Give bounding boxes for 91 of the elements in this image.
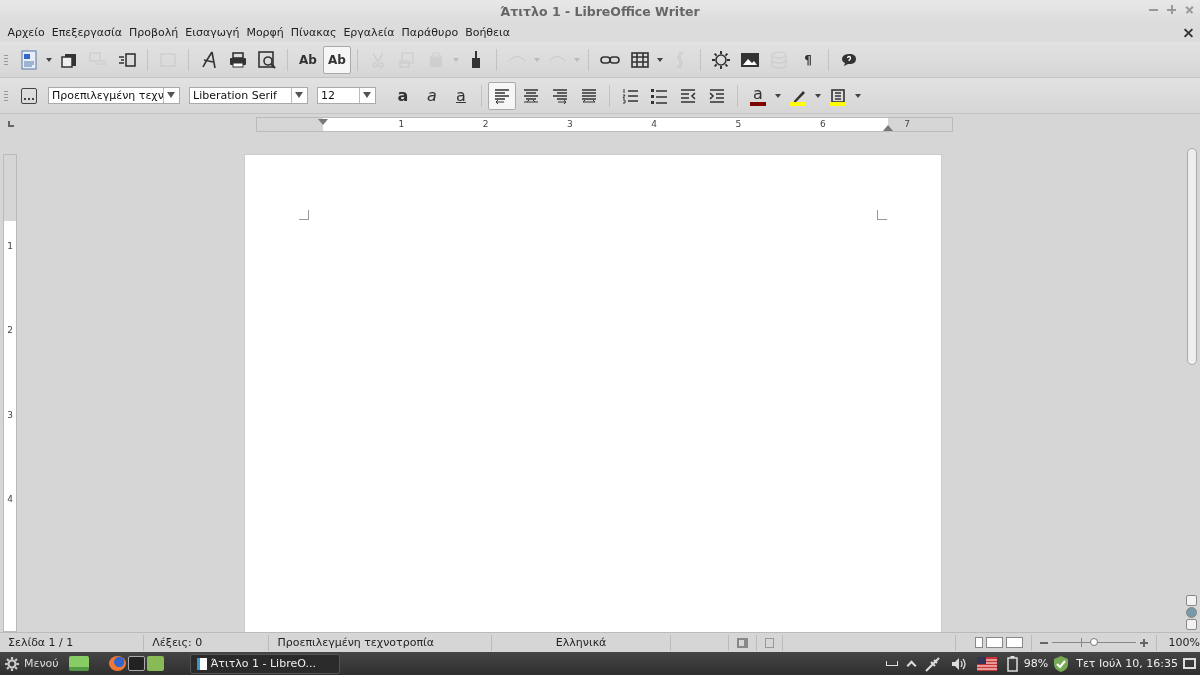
ruler-margin-area	[4, 155, 16, 221]
link-icon	[600, 53, 620, 66]
justify-icon	[581, 87, 597, 104]
menu-item[interactable]: Πίνακας	[287, 25, 340, 39]
page-count: Σελίδα 1 / 1	[0, 634, 145, 651]
battery-icon[interactable]	[1006, 655, 1019, 672]
ruler-number: 3	[7, 409, 13, 422]
menu-item[interactable]: Επεξεργασία	[48, 25, 126, 39]
numbered-list-icon	[622, 87, 638, 104]
paragraph-background-icon	[831, 88, 845, 103]
folder-icon[interactable]	[146, 656, 164, 671]
ruler-number: 2	[7, 325, 13, 338]
ruler-number: 2	[481, 119, 490, 129]
dropdown-field[interactable]: Προεπιλεγμένη τεχν	[48, 87, 180, 104]
book-view-icon[interactable]	[1005, 637, 1023, 648]
comment-icon	[841, 52, 857, 67]
menu-item[interactable]: Εργαλεία	[339, 25, 399, 39]
font-color-button[interactable]: a	[744, 81, 772, 110]
toolbar-button[interactable]: Ab	[294, 45, 322, 74]
menu-item[interactable]: Βοήθεια	[461, 25, 514, 39]
desktop-icon[interactable]	[68, 656, 89, 671]
previous-page-icon[interactable]	[1186, 595, 1197, 606]
menu-item[interactable]: Μορφή	[242, 25, 288, 39]
taskbar-window-button[interactable]: Άτιτλο 1 - LibreO...	[189, 653, 340, 674]
templates-icon	[61, 51, 77, 68]
start-menu-button[interactable]: Μενού	[5, 656, 63, 671]
ruler-number: 4	[650, 119, 659, 129]
zoom-in-icon[interactable]	[1139, 641, 1148, 644]
settings-icon	[712, 50, 730, 69]
toolbar-handle[interactable]	[4, 90, 8, 101]
table-icon	[631, 51, 649, 68]
ruler-number: 7	[903, 119, 911, 129]
italic-button[interactable]: a	[418, 81, 446, 110]
paintbrush-icon	[470, 50, 482, 69]
new-document-icon	[21, 49, 37, 70]
underline-button[interactable]: a	[447, 81, 475, 110]
language[interactable]: Ελληνικά	[492, 634, 671, 651]
word-count: Λέξεις: 0	[144, 634, 270, 651]
ruler-number: 5	[734, 119, 743, 129]
menu-item[interactable]: Αρχείο	[4, 25, 49, 39]
ellipsis-box-icon	[21, 87, 37, 104]
text-boundary-mark	[877, 210, 887, 220]
multi-page-view-icon[interactable]	[985, 637, 1003, 648]
menu-item[interactable]: Παράθυρο	[398, 25, 462, 39]
menu-item[interactable]: Προβολή	[125, 25, 182, 39]
ruler-number: 3	[566, 119, 574, 129]
shield-icon[interactable]	[1053, 654, 1070, 673]
keyboard-icon[interactable]	[885, 661, 898, 666]
bold-button[interactable]: a	[389, 81, 417, 110]
print-preview-icon	[258, 50, 276, 69]
volume-icon[interactable]	[950, 656, 967, 671]
ruler-number: 1	[397, 119, 406, 129]
ruler-number: 6	[818, 119, 827, 129]
next-page-icon[interactable]	[1186, 619, 1197, 630]
dropdown-field[interactable]: Liberation Serif	[189, 87, 308, 104]
ruler-number: 1	[7, 241, 13, 253]
power-plug-icon[interactable]	[924, 655, 941, 672]
decrease-indent-icon	[680, 87, 696, 104]
terminal-icon[interactable]	[127, 656, 145, 671]
horizontal-ruler[interactable]: 1 2 3 4 5 6 7	[256, 116, 953, 132]
sidebar-icon	[118, 51, 136, 68]
toolbar-button[interactable]: Ab	[323, 45, 351, 74]
zoom-percentage[interactable]: 100%	[1156, 636, 1200, 649]
align-right-icon	[552, 87, 568, 104]
bulleted-list-icon	[651, 87, 667, 104]
align-left-icon	[494, 87, 510, 104]
menu-item[interactable]: Εισαγωγή	[181, 25, 243, 39]
align-center-icon	[523, 87, 539, 104]
text-boundary-mark	[299, 210, 309, 220]
clock[interactable]: Τετ Ιούλ 10, 16:35	[1076, 657, 1178, 670]
ruler-number: 4	[7, 493, 13, 506]
scrollbar-thumb[interactable]	[1187, 148, 1197, 365]
battery-percentage: 98%	[1023, 657, 1049, 670]
align-left-button[interactable]	[488, 81, 516, 110]
browser-icon[interactable]	[108, 656, 126, 671]
flag-icon[interactable]	[976, 656, 997, 671]
gear-icon	[5, 656, 19, 671]
document-check-icon[interactable]	[765, 637, 775, 648]
tab-stop-icon[interactable]	[8, 121, 14, 127]
vertical-ruler[interactable]: 1 2 3 4	[3, 154, 17, 632]
dropdown-field[interactable]: 12	[317, 87, 376, 104]
increase-indent-icon	[709, 87, 725, 104]
toolbar-button[interactable]: ¶	[794, 45, 822, 74]
page-style[interactable]: Προεπιλεγμένη τεχνοτροπία	[269, 634, 493, 651]
zoom-out-icon[interactable]	[1039, 641, 1048, 644]
window-title: Άτιτλο 1 - LibreOffice Writer	[500, 3, 700, 19]
single-page-view-icon[interactable]	[974, 637, 983, 648]
print-icon	[229, 51, 247, 68]
slider-thumb[interactable]	[1089, 638, 1098, 646]
toolbar-handle[interactable]	[4, 54, 8, 65]
image-icon	[741, 52, 759, 67]
